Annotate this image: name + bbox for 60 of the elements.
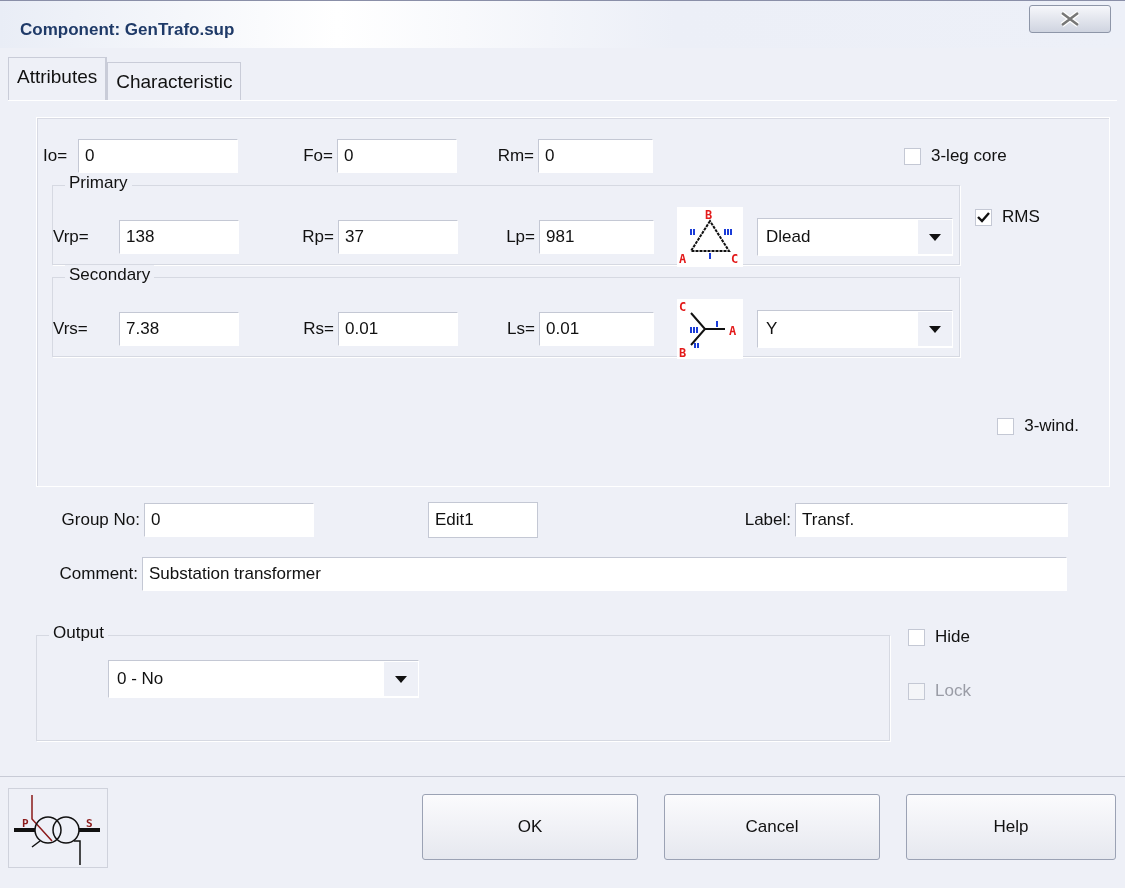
dropdown-arrow-icon	[929, 325, 941, 333]
input-field[interactable]: 0	[538, 139, 653, 173]
group-title: Primary	[65, 173, 132, 193]
phase-label: S	[86, 816, 93, 830]
dialog-button[interactable]: Help	[906, 793, 1116, 860]
input-field[interactable]: 138	[119, 220, 239, 254]
input-field[interactable]: 37	[338, 220, 458, 254]
checkbox-label: 3-wind.	[1024, 416, 1079, 436]
checkbox-label: RMS	[1002, 207, 1040, 227]
tab[interactable]: Characteristic	[107, 62, 242, 100]
input-field[interactable]: 7.38	[119, 312, 239, 346]
field-label: Io=	[43, 146, 69, 166]
connection-dropdown[interactable]: Y	[757, 310, 953, 348]
field-label: Rm=	[496, 146, 535, 166]
close-icon	[1059, 10, 1081, 27]
group-title: Output	[49, 623, 109, 643]
input-field[interactable]: 0.01	[539, 312, 654, 346]
field-label: Rs=	[302, 319, 335, 339]
field-label: Ls=	[506, 319, 536, 339]
field-label: Fo=	[302, 146, 334, 166]
input-field[interactable]: 0	[144, 503, 314, 537]
input-field[interactable]: 981	[539, 220, 654, 254]
group-title: Secondary	[65, 265, 155, 285]
field-label: Group No:	[60, 510, 141, 530]
checkbox-label: Hide	[935, 627, 970, 647]
checkbox[interactable]	[975, 208, 992, 226]
input-field[interactable]: Edit1	[428, 502, 538, 538]
tab[interactable]: Attributes	[8, 57, 108, 100]
dropdown-arrow-icon	[395, 675, 407, 683]
checkbox[interactable]	[997, 417, 1015, 435]
input-field[interactable]: 0	[337, 139, 457, 173]
input-field[interactable]: 0	[78, 139, 238, 173]
field-label: Rp=	[301, 227, 335, 247]
phase-label: C	[731, 252, 739, 266]
phase-label: A	[679, 252, 687, 266]
input-field[interactable]: Substation transformer	[142, 557, 1067, 591]
checkbox-label: Lock	[935, 681, 971, 701]
phase-label: A	[729, 324, 737, 338]
checkbox[interactable]	[904, 147, 921, 165]
window-title: Component: GenTrafo.sup	[20, 19, 235, 40]
phase-label: C	[679, 300, 687, 314]
phase-label: B	[679, 346, 687, 359]
field-label: Lp=	[505, 227, 536, 247]
field-label: Vrp=	[53, 227, 90, 247]
connection-dropdown[interactable]: Dlead	[757, 218, 953, 256]
input-field[interactable]: Transf.	[795, 503, 1068, 537]
close-button[interactable]	[1029, 4, 1111, 33]
phase-label: P	[22, 816, 29, 830]
output-dropdown[interactable]: 0 - No	[108, 660, 419, 698]
dropdown-arrow-icon	[929, 233, 941, 241]
field-label: Comment:	[58, 564, 139, 584]
input-field[interactable]: 0.01	[338, 312, 458, 346]
checkbox-label: 3-leg core	[931, 146, 1007, 166]
checkbox[interactable]	[908, 628, 925, 646]
dialog-button[interactable]: OK	[422, 793, 638, 860]
field-label: Label:	[743, 510, 792, 530]
transformer-symbol-button[interactable]: P S	[8, 787, 108, 868]
field-label: Vrs=	[53, 319, 89, 339]
phase-label: B	[705, 208, 713, 222]
dialog-button[interactable]: Cancel	[664, 793, 880, 860]
